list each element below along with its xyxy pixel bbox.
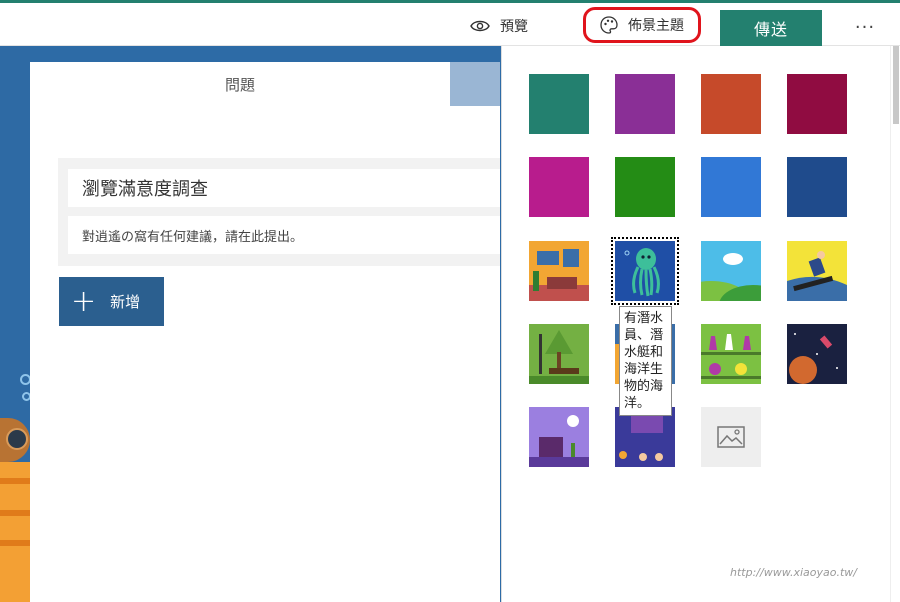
diver-stripe <box>0 540 30 546</box>
more-options-button[interactable]: ··· <box>850 13 880 41</box>
theme-swatch-upload-image[interactable] <box>701 407 761 467</box>
top-bar: 預覽 佈景主題 傳送 ··· <box>0 0 900 46</box>
theme-swatch-color[interactable] <box>701 74 761 134</box>
send-button[interactable]: 傳送 <box>720 10 822 46</box>
panel-scrollbar[interactable] <box>890 46 900 602</box>
theme-swatch-color[interactable] <box>701 157 761 217</box>
image-icon <box>717 426 745 448</box>
plus-icon: + <box>71 283 97 319</box>
theme-tooltip: 有潛水員、潛水艇和海洋生物的海洋。 <box>619 306 672 416</box>
theme-swatch-living-room[interactable] <box>529 241 589 301</box>
theme-swatch-color[interactable] <box>787 157 847 217</box>
theme-swatch-board[interactable] <box>615 407 675 467</box>
form-description-field[interactable]: 對逍遙の窩有任何建議，請在此提出。 <box>68 216 500 254</box>
theme-button[interactable]: 佈景主題 <box>583 7 701 43</box>
form-title-field[interactable]: 瀏覽滿意度調查 <box>68 169 500 207</box>
tab-responses[interactable] <box>450 62 500 106</box>
palette-icon <box>600 16 618 34</box>
form-card: 問題 瀏覽滿意度調查 對逍遙の窩有任何建議，請在此提出。 + 新增 <box>30 62 500 602</box>
theme-swatch-lab[interactable] <box>701 324 761 384</box>
add-label: 新增 <box>110 293 141 311</box>
theme-swatch-study[interactable] <box>529 407 589 467</box>
add-question-button[interactable]: + 新增 <box>59 277 164 326</box>
theme-label: 佈景主題 <box>628 18 684 34</box>
theme-swatch-color[interactable] <box>529 74 589 134</box>
watermark: http://www.xiaoyao.tw/ <box>730 566 858 579</box>
tab-questions[interactable]: 問題 <box>30 62 450 106</box>
theme-swatch-snowboard[interactable] <box>787 241 847 301</box>
diver-stripe <box>0 510 30 516</box>
theme-swatch-ocean[interactable] <box>611 237 679 305</box>
diver-window-illustration <box>6 428 28 450</box>
theme-swatch-color[interactable] <box>615 74 675 134</box>
theme-swatch-color[interactable] <box>615 157 675 217</box>
preview-label: 預覽 <box>500 19 528 35</box>
theme-swatch-color[interactable] <box>529 157 589 217</box>
scrollbar-thumb[interactable] <box>893 46 899 124</box>
eye-icon <box>470 20 490 32</box>
theme-swatch-color[interactable] <box>787 74 847 134</box>
theme-swatch-hills[interactable] <box>701 241 761 301</box>
theme-swatch-space[interactable] <box>787 324 847 384</box>
theme-swatch-park[interactable] <box>529 324 589 384</box>
diver-stripe <box>0 478 30 484</box>
preview-button[interactable]: 預覽 <box>470 6 528 46</box>
